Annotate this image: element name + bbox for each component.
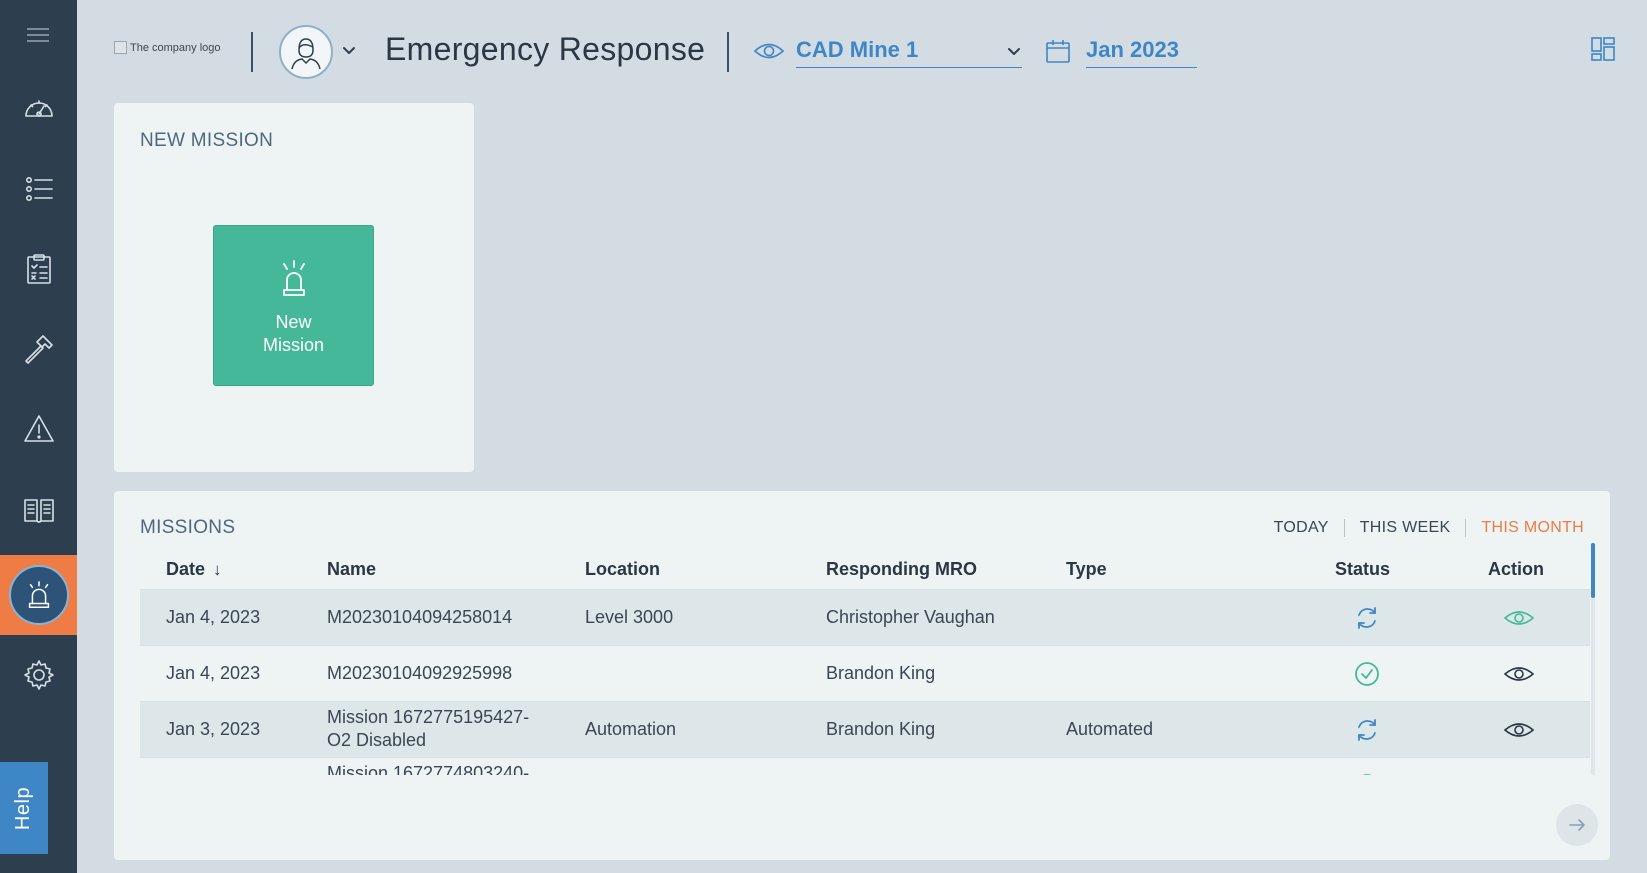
cell-name: M20230104092925998 bbox=[327, 663, 513, 683]
filter-this-week[interactable]: THIS WEEK bbox=[1343, 519, 1466, 537]
next-page-button[interactable] bbox=[1556, 804, 1598, 846]
cell-date: Jan 3, 2023 bbox=[166, 719, 261, 739]
column-header-date[interactable]: Date ↓ bbox=[166, 559, 222, 580]
logo-text: The company logo bbox=[130, 41, 221, 54]
avatar[interactable] bbox=[279, 25, 333, 79]
new-mission-title: NEW MISSION bbox=[140, 130, 274, 151]
column-header-name[interactable]: Name bbox=[327, 559, 376, 580]
scrollbar-thumb[interactable] bbox=[1591, 543, 1595, 598]
status-completed-icon bbox=[1353, 772, 1381, 775]
dashboard-layout-icon[interactable] bbox=[1590, 36, 1616, 67]
cell-mro: Brandon King bbox=[826, 719, 936, 739]
table-scrollbar[interactable] bbox=[1591, 543, 1595, 775]
table-header: Date ↓ Name Location Responding MRO Type … bbox=[140, 551, 1590, 589]
clipboard-checklist-icon bbox=[26, 254, 51, 284]
table-row[interactable]: Jan 4, 2023 M20230104094258014 Level 300… bbox=[140, 589, 1590, 645]
sidebar-item-list[interactable] bbox=[0, 149, 77, 229]
status-in-progress-icon bbox=[1353, 604, 1381, 637]
new-mission-card: NEW MISSION New Mission bbox=[114, 103, 474, 472]
table-row[interactable]: Jan 3, 2023 Mission 1672775195427-O2 Dis… bbox=[140, 701, 1590, 757]
sidebar-item-manual[interactable] bbox=[0, 469, 77, 549]
view-eye-icon[interactable] bbox=[1503, 607, 1535, 634]
user-menu-chevron-down-icon[interactable] bbox=[341, 42, 357, 63]
site-chevron-down-icon bbox=[1006, 43, 1022, 64]
filter-this-month[interactable]: THIS MONTH bbox=[1465, 519, 1584, 537]
cell-mro: Christopher Vaughan bbox=[826, 607, 995, 627]
cell-name: Mission 1672775195427-O2 Disabled bbox=[327, 707, 530, 750]
view-eye-icon[interactable] bbox=[1503, 719, 1535, 746]
calendar-icon[interactable] bbox=[1045, 38, 1071, 69]
company-logo: The company logo bbox=[114, 41, 221, 54]
speedometer-icon bbox=[24, 100, 53, 117]
column-header-action[interactable]: Action bbox=[1488, 559, 1544, 580]
help-tab[interactable]: Help bbox=[0, 762, 48, 854]
status-completed-icon bbox=[1353, 660, 1381, 693]
warning-icon bbox=[23, 415, 54, 442]
hamburger-menu-icon[interactable] bbox=[27, 28, 49, 44]
sidebar-item-alerts[interactable] bbox=[0, 389, 77, 469]
siren-icon bbox=[282, 259, 305, 296]
column-header-type[interactable]: Type bbox=[1066, 559, 1107, 580]
hammer-icon bbox=[24, 335, 53, 364]
cell-type: Automated bbox=[1066, 719, 1154, 739]
sidebar-item-tools[interactable] bbox=[0, 309, 77, 389]
missions-card: MISSIONS TODAY THIS WEEK THIS MONTH Date… bbox=[114, 491, 1610, 860]
sidebar-item-checklist[interactable] bbox=[0, 229, 77, 309]
table-row[interactable]: Jan 4, 2023 M20230104092925998 Brandon K… bbox=[140, 645, 1590, 701]
date-picker-value: Jan 2023 bbox=[1086, 37, 1179, 62]
eye-icon bbox=[753, 39, 785, 68]
cell-mro: Brandon King bbox=[826, 663, 936, 683]
column-header-location[interactable]: Location bbox=[585, 559, 660, 580]
column-header-mro[interactable]: Responding MRO bbox=[826, 559, 977, 580]
header-divider bbox=[251, 32, 253, 72]
cell-name: Mission 1672774803240- bbox=[327, 763, 530, 775]
user-avatar-icon bbox=[291, 38, 321, 70]
help-label: Help bbox=[12, 786, 35, 830]
cell-name: M20230104094258014 bbox=[327, 607, 513, 627]
sidebar-item-settings[interactable] bbox=[0, 635, 77, 715]
view-eye-icon[interactable] bbox=[1503, 663, 1535, 690]
cell-location: Automation bbox=[585, 719, 677, 739]
time-filter-group: TODAY THIS WEEK THIS MONTH bbox=[1259, 519, 1584, 537]
cell-date: Jan 4, 2023 bbox=[166, 607, 261, 627]
column-header-status[interactable]: Status bbox=[1335, 559, 1390, 580]
site-select[interactable]: CAD Mine 1 bbox=[796, 33, 1022, 68]
new-mission-button-label: New Mission bbox=[262, 311, 324, 355]
arrow-right-icon bbox=[1569, 819, 1585, 831]
cell-location: Level 3000 bbox=[585, 607, 674, 627]
page-title: Emergency Response bbox=[385, 31, 706, 67]
siren-icon bbox=[28, 581, 49, 608]
new-mission-button[interactable]: New Mission bbox=[213, 225, 374, 386]
missions-title: MISSIONS bbox=[140, 517, 236, 538]
sidebar-item-emergency[interactable] bbox=[0, 555, 77, 635]
sidebar-item-dashboard[interactable] bbox=[0, 69, 77, 149]
header-divider bbox=[727, 32, 729, 72]
gear-icon bbox=[23, 660, 54, 690]
book-icon bbox=[23, 499, 54, 523]
sidebar: Help bbox=[0, 0, 77, 873]
status-in-progress-icon bbox=[1353, 716, 1381, 749]
filter-today[interactable]: TODAY bbox=[1259, 519, 1344, 537]
emergency-nav-ring bbox=[8, 565, 69, 625]
cell-date: Jan 4, 2023 bbox=[166, 663, 261, 683]
site-select-value: CAD Mine 1 bbox=[796, 37, 919, 62]
logo-placeholder-icon bbox=[114, 41, 127, 54]
list-icon bbox=[25, 177, 53, 201]
date-picker[interactable]: Jan 2023 bbox=[1086, 33, 1197, 68]
sort-down-arrow-icon: ↓ bbox=[213, 560, 222, 579]
table-row[interactable]: Mission 1672774803240- bbox=[140, 757, 1590, 775]
missions-table: Date ↓ Name Location Responding MRO Type … bbox=[140, 551, 1590, 775]
